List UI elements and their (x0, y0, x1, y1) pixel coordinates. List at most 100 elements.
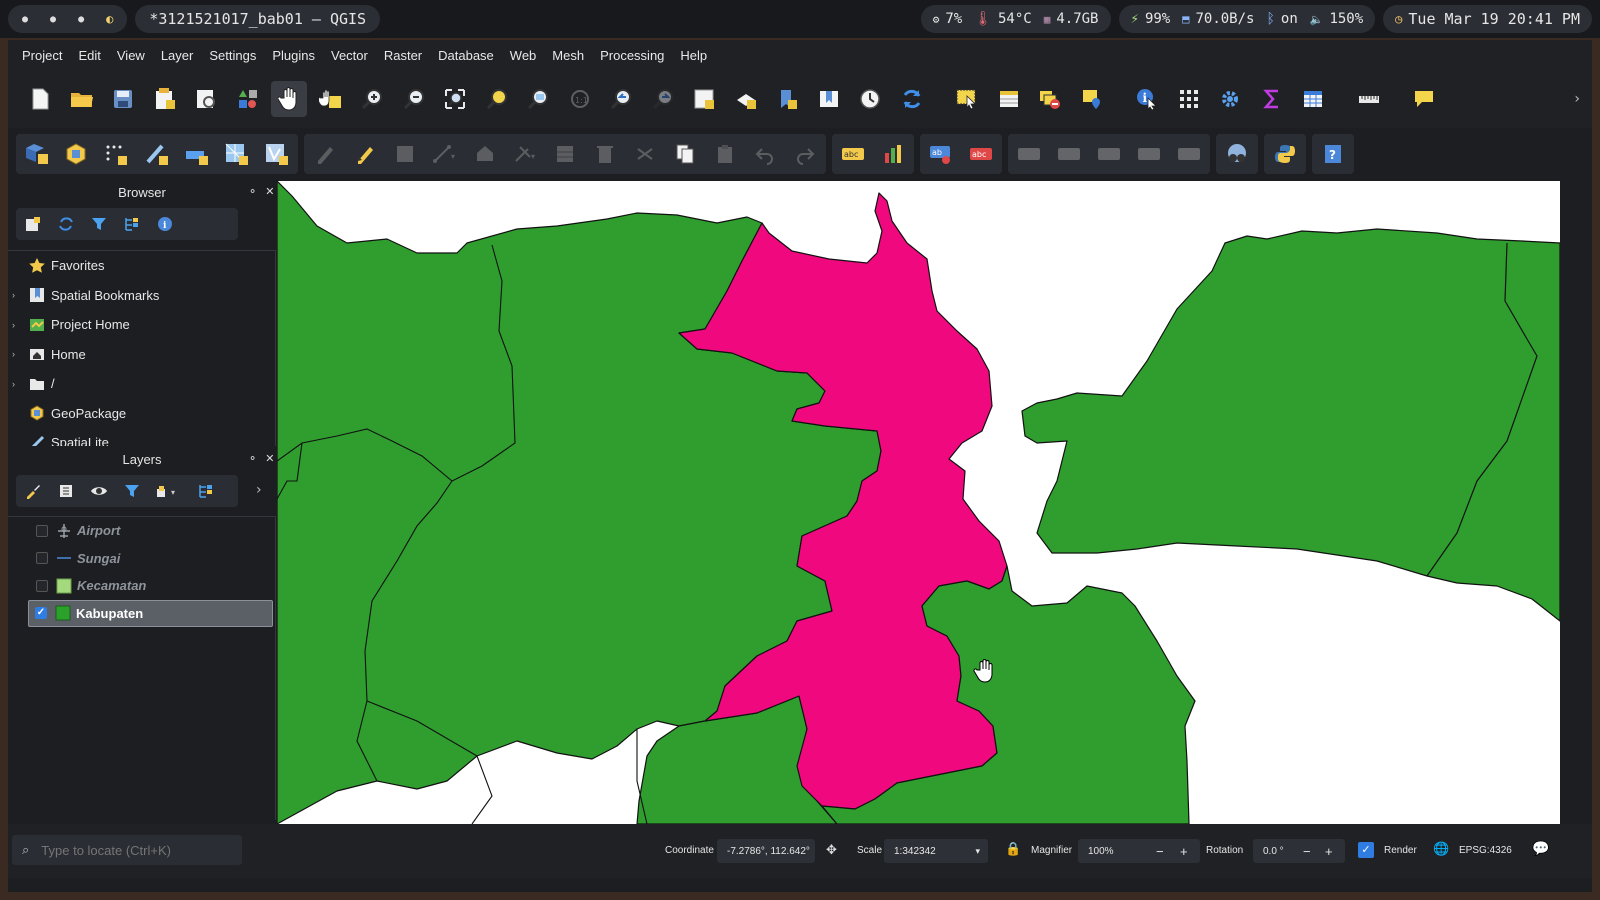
new-temporary-layer-button[interactable] (100, 137, 134, 171)
expand-all-icon[interactable] (195, 480, 217, 502)
lock-scale-icon[interactable]: 🔒 (1005, 841, 1021, 857)
minus-icon[interactable]: − (1156, 844, 1164, 859)
new-map-view-button[interactable] (686, 81, 722, 117)
render-checkbox[interactable]: ✓ (1358, 842, 1374, 858)
menu-web[interactable]: Web (502, 48, 545, 63)
plugin-binoculars-button[interactable] (1220, 137, 1254, 171)
locator-bar[interactable]: ⌕ (12, 835, 242, 865)
open-attribute-table-button[interactable] (1295, 81, 1331, 117)
close-panel-icon[interactable]: ✕ (265, 185, 274, 198)
crs-globe-icon[interactable]: 🌐 (1433, 841, 1449, 857)
zoom-out-button[interactable] (396, 81, 432, 117)
float-panel-icon[interactable]: ⚬ (248, 452, 257, 465)
messages-icon[interactable]: 💬 (1532, 840, 1549, 857)
expand-arrow-icon[interactable]: › (12, 290, 15, 300)
clock-pill[interactable]: ◷ Tue Mar 19 20:41 PM (1383, 5, 1592, 33)
plus-icon[interactable]: + (1325, 844, 1333, 859)
browser-item-project-home[interactable]: › Project Home (8, 310, 275, 340)
refresh-button[interactable] (894, 81, 930, 117)
minus-icon[interactable]: − (1303, 844, 1311, 859)
menu-database[interactable]: Database (430, 48, 502, 63)
new-bookmark-button[interactable] (769, 81, 805, 117)
layer-diagram-options-button[interactable] (876, 137, 910, 171)
locator-input[interactable] (41, 842, 222, 858)
browser-item-geopackage[interactable]: GeoPackage (8, 399, 275, 429)
layer-item-sungai[interactable]: Sungai (8, 545, 275, 573)
menu-settings[interactable]: Settings (201, 48, 264, 63)
workspace-switcher[interactable]: ● ● ● ◐ (8, 5, 128, 33)
add-mesh-layer-button[interactable] (220, 137, 254, 171)
manage-visibility-eye-icon[interactable] (88, 480, 110, 502)
cut-features-button[interactable] (628, 137, 662, 171)
filter-icon[interactable] (88, 213, 110, 235)
data-source-manager-button[interactable] (20, 137, 54, 171)
zoom-to-layer-button[interactable] (520, 81, 556, 117)
select-features-button[interactable] (949, 81, 985, 117)
workspace-moon-icon[interactable]: ◐ (106, 12, 113, 26)
zoom-in-button[interactable] (354, 81, 390, 117)
statistics-summary-button[interactable] (1254, 81, 1290, 117)
pin-unpin-labels-button[interactable] (1012, 137, 1046, 171)
new-project-button[interactable] (22, 81, 58, 117)
extents-toggle-icon[interactable]: ✥ (826, 842, 837, 858)
save-layer-edits-button[interactable] (388, 137, 422, 171)
rotate-label-button[interactable] (1132, 137, 1166, 171)
vertex-tool-button[interactable] (468, 137, 502, 171)
copy-features-button[interactable] (668, 137, 702, 171)
field-calculator-grid-button[interactable] (1171, 81, 1207, 117)
new-print-layout-button[interactable] (147, 81, 183, 117)
rotation-spinbox[interactable]: 0.0 ° − + (1253, 839, 1345, 863)
layers-toolbar-overflow-icon[interactable]: › (256, 482, 262, 498)
zoom-next-button[interactable] (645, 81, 681, 117)
magnifier-spinbox[interactable]: 100% − + (1078, 839, 1200, 863)
menu-plugins[interactable]: Plugins (264, 48, 323, 63)
refresh-icon[interactable] (55, 213, 77, 235)
add-group-icon[interactable] (55, 480, 77, 502)
menu-view[interactable]: View (109, 48, 153, 63)
coordinate-field[interactable]: -7.2786°, 112.642° (717, 839, 815, 863)
plus-icon[interactable]: + (1180, 844, 1188, 859)
menu-processing[interactable]: Processing (592, 48, 672, 63)
browser-item-spatialite[interactable]: SpatiaLite (8, 428, 275, 446)
browser-item-home[interactable]: › Home (8, 340, 275, 370)
layer-visibility-checkbox[interactable]: ✓ (35, 607, 47, 620)
properties-info-icon[interactable]: i (154, 213, 176, 235)
menu-edit[interactable]: Edit (70, 48, 108, 63)
zoom-full-button[interactable] (437, 81, 473, 117)
undo-button[interactable] (748, 137, 782, 171)
menu-vector[interactable]: Vector (323, 48, 376, 63)
layer-visibility-checkbox[interactable] (36, 579, 48, 592)
float-panel-icon[interactable]: ⚬ (248, 185, 257, 198)
new-virtual-layer-button[interactable] (180, 137, 214, 171)
map-canvas[interactable] (277, 181, 1560, 824)
paste-features-button[interactable] (708, 137, 742, 171)
filter-legend-icon[interactable] (121, 480, 143, 502)
add-vector-tile-layer-button[interactable] (260, 137, 294, 171)
new-geopackage-layer-button[interactable] (60, 137, 94, 171)
workspace-dot-3[interactable]: ● (78, 14, 84, 25)
filter-by-expression-icon[interactable]: ▾ (154, 480, 184, 502)
open-attribute-table-select-button[interactable] (991, 81, 1027, 117)
pan-to-selection-button[interactable] (313, 81, 349, 117)
pan-map-button[interactable] (271, 81, 307, 117)
scale-select[interactable]: 1:342342 ▾ (884, 839, 988, 863)
select-by-location-button[interactable] (1074, 81, 1110, 117)
menu-help[interactable]: Help (672, 48, 715, 63)
workspace-dot-2[interactable]: ● (50, 14, 56, 25)
map-tips-button[interactable] (1406, 81, 1442, 117)
workspace-dot-1[interactable]: ● (22, 14, 28, 25)
open-project-button[interactable] (64, 81, 100, 117)
save-project-button[interactable] (105, 81, 141, 117)
menu-project[interactable]: Project (14, 48, 70, 63)
highlight-pinned-labels-button[interactable]: ab (924, 137, 958, 171)
bluetooth-icon[interactable]: ᛒ (1266, 11, 1274, 27)
temporal-controller-button[interactable] (852, 81, 888, 117)
crs-value[interactable]: EPSG:4326 (1459, 845, 1512, 856)
layer-item-kecamatan[interactable]: Kecamatan (8, 572, 275, 600)
python-console-button[interactable] (1268, 137, 1302, 171)
layer-item-kabupaten[interactable]: ✓ Kabupaten (28, 599, 273, 627)
layout-manager-button[interactable] (188, 81, 224, 117)
zoom-native-resolution-button[interactable]: 1:1 (562, 81, 598, 117)
layer-visibility-checkbox[interactable] (36, 524, 48, 537)
close-panel-icon[interactable]: ✕ (265, 452, 274, 465)
